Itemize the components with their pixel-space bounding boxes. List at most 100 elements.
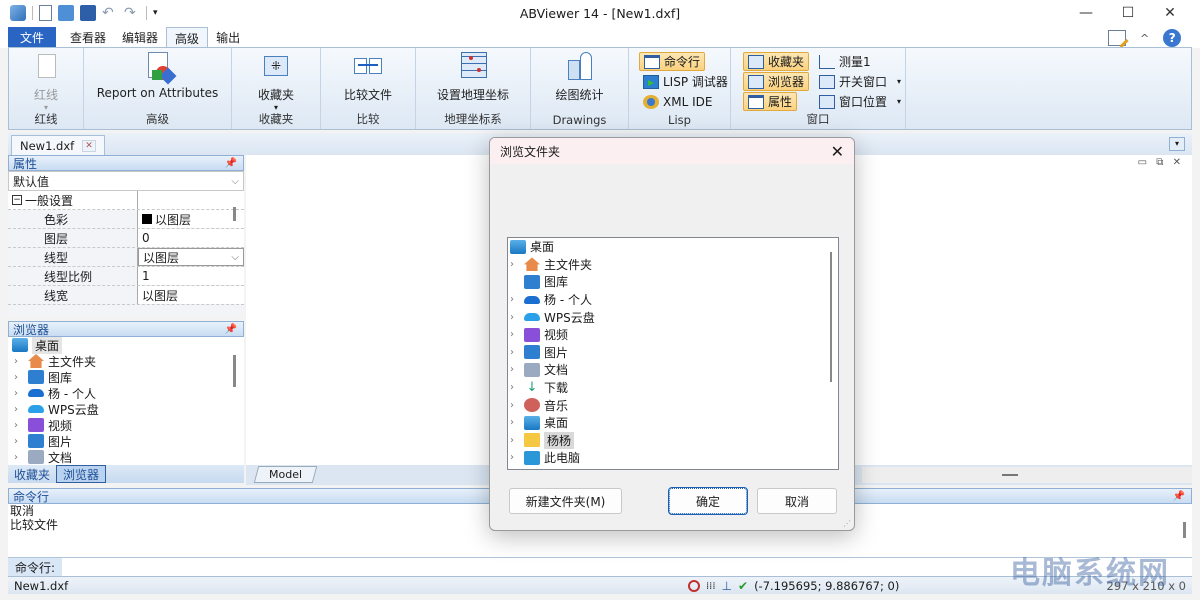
lisp-debugger-icon — [643, 74, 659, 89]
collapse-ribbon-icon[interactable]: ^ — [1140, 32, 1149, 45]
snap-icon[interactable] — [688, 580, 700, 592]
tree-item[interactable]: › 图库 — [8, 369, 244, 385]
toggle-browser-button[interactable]: 浏览器 — [743, 72, 810, 91]
group-label: 高级 — [146, 112, 169, 126]
command-line-button[interactable]: 命令行 — [639, 52, 706, 71]
tab-list-icon[interactable]: ▾ — [1169, 137, 1185, 151]
tab-output[interactable]: 输出 — [208, 27, 248, 48]
tree-item-label: 杨杨 — [544, 431, 575, 449]
chevron-right-icon[interactable]: › — [510, 329, 520, 340]
xml-ide-button[interactable]: XML IDE — [639, 92, 716, 111]
minimize-button[interactable]: — — [1066, 2, 1106, 24]
switch-window-icon — [819, 74, 835, 89]
tree-item[interactable]: › 主文件夹 — [508, 256, 838, 274]
measure-button[interactable]: 测量1 — [815, 52, 875, 71]
window-position-button[interactable]: 窗口位置 ▾ — [815, 92, 905, 111]
lisp-debugger-button[interactable]: LISP 调试器 — [639, 72, 732, 91]
tree-item[interactable]: › WPS云盘 — [8, 401, 244, 417]
resize-grip-icon[interactable]: ⋰ — [843, 519, 851, 528]
dialog-close-button[interactable]: ✕ — [831, 142, 844, 161]
properties-selector[interactable]: 默认值 ⌵ — [8, 171, 244, 191]
tree-item[interactable]: 图库 — [508, 273, 838, 291]
report-on-attributes-button[interactable]: Report on Attributes — [84, 52, 231, 100]
group-label: 收藏夹 — [258, 112, 294, 126]
document-tab[interactable]: New1.dxf ✕ — [11, 135, 105, 155]
chevron-right-icon[interactable]: › — [510, 259, 520, 270]
group-label: 窗口 — [806, 112, 830, 126]
close-tab-icon[interactable]: ✕ — [82, 139, 96, 152]
folder-tree[interactable]: 桌面 › 主文件夹 图库 › 杨 - 个人 › WPS云盘 › 视频 › 图片 › 文档 › ↓ 下载 › 音乐 ›… — [507, 237, 839, 470]
property-row-lineweight[interactable]: 线宽 以图层 — [8, 286, 244, 305]
property-section[interactable]: − 一般设置 — [8, 191, 244, 210]
pin-icon[interactable]: 📌 — [225, 324, 237, 335]
grid-icon[interactable]: ⁞⁞⁞ — [706, 581, 716, 592]
property-row-linetype[interactable]: 线型 以图层 ⌵ — [8, 248, 244, 267]
tab-favorites[interactable]: 收藏夹 — [8, 465, 56, 483]
tree-item[interactable]: › 杨 - 个人 — [508, 291, 838, 309]
tree-item[interactable]: › 桌面 — [508, 414, 838, 432]
toggle-properties-button[interactable]: 属性 — [743, 92, 798, 111]
chevron-right-icon[interactable]: › — [510, 312, 520, 323]
set-geo-coords-button[interactable]: 设置地理坐标 — [416, 52, 530, 103]
tree-item[interactable]: › 文档 — [8, 449, 244, 465]
chevron-right-icon[interactable]: › — [510, 347, 520, 358]
scrollbar[interactable] — [1183, 522, 1186, 538]
property-row-color[interactable]: 色彩 以图层 — [8, 210, 244, 229]
new-folder-button[interactable]: 新建文件夹(M) — [509, 488, 622, 514]
horizontal-scrollbar[interactable] — [862, 467, 1192, 483]
style-icon[interactable] — [1108, 30, 1129, 49]
tree-item[interactable]: › 视频 — [508, 326, 838, 344]
color-swatch — [142, 214, 152, 224]
tab-viewer[interactable]: 查看器 — [62, 27, 114, 48]
chevron-right-icon[interactable]: › — [510, 400, 520, 411]
maximize-button[interactable]: ☐ — [1108, 2, 1148, 24]
properties-panel-title: 属性 📌 — [8, 155, 244, 171]
mdi-window-controls[interactable]: ▭ ⧉ ✕ — [1138, 157, 1184, 168]
tab-advanced[interactable]: 高级 — [166, 27, 209, 48]
tree-item[interactable]: › 此电脑 — [508, 449, 838, 467]
switch-window-button[interactable]: 开关窗口 ▾ — [815, 72, 905, 91]
ortho-icon[interactable]: ⊥ — [722, 579, 732, 593]
tree-item[interactable]: › 音乐 — [508, 396, 838, 414]
toggle-favorites-button[interactable]: 收藏夹 — [743, 52, 810, 71]
chevron-right-icon[interactable]: › — [510, 294, 520, 305]
ribbon-tabs: 文件 查看器 编辑器 高级 输出 — [0, 26, 1200, 48]
close-button[interactable]: ✕ — [1150, 2, 1190, 24]
property-row-layer[interactable]: 图层 0 — [8, 229, 244, 248]
pin-icon[interactable]: 📌 — [225, 158, 237, 169]
tree-item[interactable]: › 文档 — [508, 361, 838, 379]
property-row-linetype-scale[interactable]: 线型比例 1 — [8, 267, 244, 286]
cancel-button[interactable]: 取消 — [757, 488, 837, 514]
chevron-right-icon[interactable]: › — [510, 382, 520, 393]
tree-item[interactable]: › 图片 — [508, 344, 838, 362]
tree-item[interactable]: › 主文件夹 — [8, 353, 244, 369]
scrollbar[interactable] — [233, 207, 236, 221]
chevron-right-icon[interactable]: › — [510, 417, 520, 428]
tab-model[interactable]: Model — [253, 466, 318, 483]
chevron-down-icon[interactable]: ⌵ — [231, 252, 239, 263]
tree-root[interactable]: 桌面 — [508, 238, 838, 256]
polar-icon[interactable]: ✔ — [738, 579, 748, 593]
tree-item[interactable]: › 杨杨 — [508, 431, 838, 450]
chevron-right-icon[interactable]: › — [510, 452, 520, 463]
tree-item[interactable]: › 视频 — [8, 417, 244, 433]
tree-item[interactable]: › 杨 - 个人 — [8, 385, 244, 401]
tab-editor[interactable]: 编辑器 — [114, 27, 166, 48]
pin-icon[interactable]: 📌 — [1173, 491, 1185, 502]
ok-button[interactable]: 确定 — [668, 487, 748, 515]
chevron-right-icon[interactable]: › — [510, 435, 520, 446]
redline-button[interactable]: 红线 ▾ — [9, 52, 83, 112]
tab-file[interactable]: 文件 — [8, 27, 57, 48]
tree-item[interactable]: › ↓ 下载 — [508, 379, 838, 397]
scrollbar[interactable] — [830, 252, 832, 382]
tree-item[interactable]: › WPS云盘 — [508, 308, 838, 326]
tree-item[interactable]: › 图片 — [8, 433, 244, 449]
favorites-button[interactable]: ⁜ 收藏夹 ▾ — [232, 52, 320, 112]
tree-root[interactable]: 桌面 — [8, 336, 244, 354]
scrollbar[interactable] — [233, 355, 236, 387]
tab-browser[interactable]: 浏览器 — [56, 465, 107, 483]
drawing-statistics-button[interactable]: 绘图统计 — [531, 52, 628, 103]
chevron-right-icon[interactable]: › — [510, 364, 520, 375]
compare-files-button[interactable]: 比较文件 — [321, 52, 415, 103]
help-icon[interactable]: ? — [1163, 29, 1182, 47]
